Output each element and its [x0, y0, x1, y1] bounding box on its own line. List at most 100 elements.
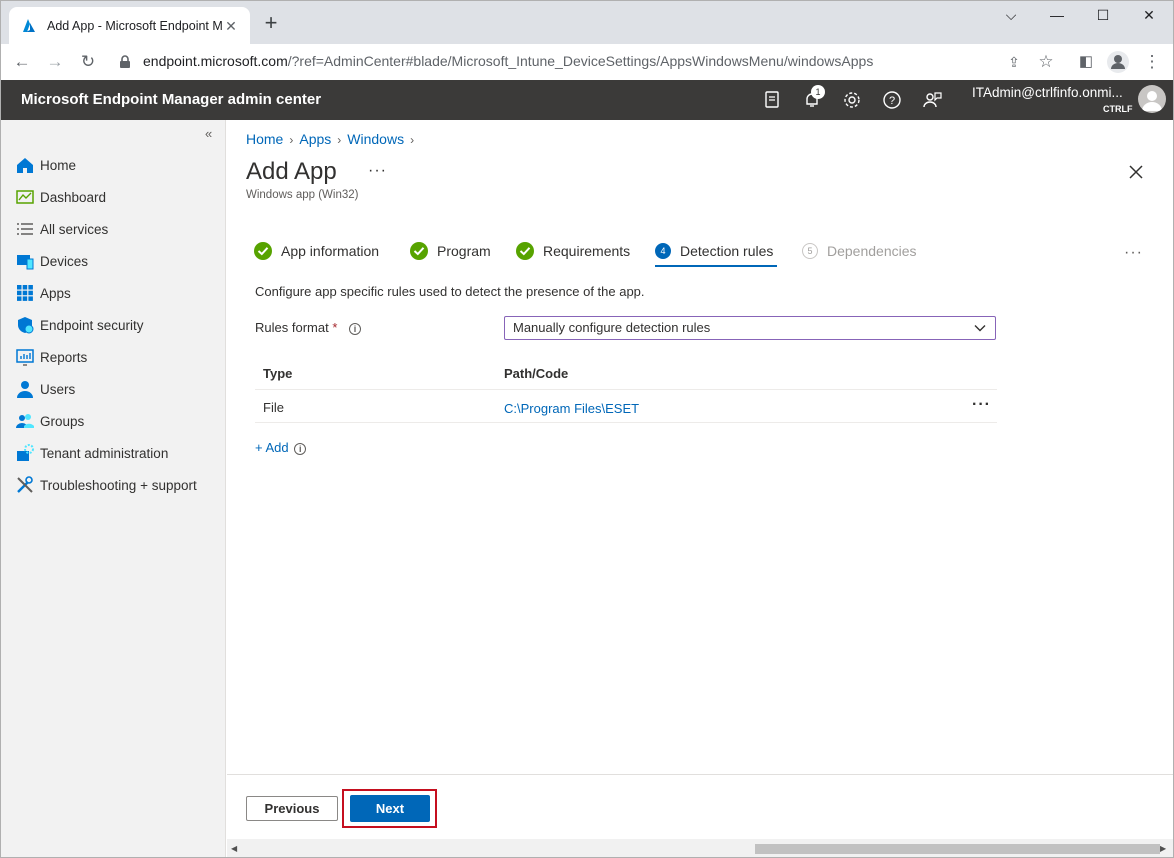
rules-format-label: Rules format — [255, 320, 329, 335]
step-label: Program — [437, 243, 491, 259]
nav-item-label: Groups — [40, 413, 85, 429]
previous-button[interactable]: Previous — [246, 796, 338, 821]
rules-format-dropdown[interactable]: Manually configure detection rules — [504, 316, 996, 340]
lock-icon[interactable] — [118, 55, 132, 69]
checkmark-icon — [516, 242, 534, 260]
nav-item-groups[interactable]: Groups — [0, 406, 226, 436]
steps-more-button[interactable]: ··· — [1124, 244, 1143, 262]
back-arrow-icon[interactable]: ← — [10, 50, 34, 74]
nav-item-reports[interactable]: Reports — [0, 342, 226, 372]
step-number-badge: 5 — [802, 243, 818, 259]
breadcrumb-home[interactable]: Home — [246, 131, 283, 147]
nav-item-label: All services — [40, 221, 109, 237]
nav-item-endpoint-security[interactable]: Endpoint security — [0, 310, 226, 340]
required-marker: * — [332, 320, 338, 335]
nav-item-label: Home — [40, 157, 77, 173]
step-app-information[interactable]: App information — [254, 240, 379, 262]
share-icon[interactable]: ⇪ — [1002, 50, 1026, 74]
browser-tab[interactable]: Add App - Microsoft Endpoint M ✕ — [9, 7, 250, 44]
breadcrumb-windows[interactable]: Windows — [347, 131, 404, 147]
nav-item-label: Apps — [40, 285, 71, 301]
maximize-button[interactable]: ☐ — [1080, 4, 1126, 26]
cell-path-link[interactable]: C:\Program Files\ESET — [504, 401, 639, 416]
dashboard-icon — [16, 190, 34, 204]
step-label: Dependencies — [827, 243, 917, 259]
window-dropdown-icon[interactable]: ⌵ — [988, 4, 1034, 26]
main-content: Home › Apps › Windows › Add App ··· Windows a… — [227, 120, 1174, 858]
step-detection-rules[interactable]: 4 Detection rules — [655, 240, 773, 262]
column-header-type: Type — [263, 366, 293, 381]
browser-menu-icon[interactable]: ⋮ — [1140, 50, 1164, 74]
forward-arrow-icon[interactable]: → — [43, 50, 67, 74]
nav-item-devices[interactable]: Devices — [0, 246, 226, 276]
azure-favicon-icon — [23, 18, 35, 32]
step-label: App information — [281, 243, 380, 259]
table-row[interactable]: File C:\Program Files\ESET ··· — [255, 391, 997, 423]
description-text: Configure app specific rules used to det… — [255, 284, 645, 299]
column-header-path: Path/Code — [504, 366, 569, 381]
tab-close-icon[interactable]: ✕ — [222, 17, 240, 35]
tenant-admin-icon — [17, 444, 34, 461]
nav-item-tenant-administration[interactable]: Tenant administration — [0, 438, 226, 468]
list-icon — [17, 223, 33, 235]
rules-format-value: Manually configure detection rules — [513, 320, 711, 335]
left-nav: « Home Dashboard All services Devices Ap… — [0, 120, 226, 858]
nav-item-home[interactable]: Home — [0, 150, 226, 180]
nav-item-troubleshooting[interactable]: Troubleshooting + support — [0, 470, 226, 500]
horizontal-scrollbar[interactable]: ◀ ▶ — [227, 839, 1174, 858]
cell-type: File — [263, 400, 284, 415]
breadcrumb-apps[interactable]: Apps — [299, 131, 331, 147]
collapse-nav-icon[interactable]: « — [205, 126, 212, 141]
minimize-button[interactable]: — — [1034, 4, 1080, 26]
nav-item-all-services[interactable]: All services — [0, 214, 226, 244]
profile-icon[interactable] — [1106, 50, 1130, 74]
step-label: Detection rules — [680, 243, 774, 259]
user-name[interactable]: ITAdmin@ctrlfinfo.onmi... — [972, 85, 1123, 100]
nav-item-users[interactable]: Users — [0, 374, 226, 404]
nav-item-label: Troubleshooting + support — [40, 477, 197, 493]
help-icon[interactable]: ? — [881, 89, 903, 111]
close-window-button[interactable]: ✕ — [1126, 4, 1172, 26]
avatar[interactable] — [1138, 85, 1166, 113]
nav-item-apps[interactable]: Apps — [0, 278, 226, 308]
nav-item-label: Dashboard — [40, 189, 107, 205]
bookmark-star-icon[interactable]: ☆ — [1034, 50, 1058, 74]
breadcrumb: Home › Apps › Windows › — [246, 131, 420, 147]
scroll-right-arrow-icon[interactable]: ▶ — [1160, 844, 1166, 853]
info-icon[interactable]: i — [349, 322, 362, 335]
add-rule-label: + Add — [255, 440, 289, 455]
step-program[interactable]: Program — [410, 240, 491, 262]
nav-item-dashboard[interactable]: Dashboard — [0, 182, 226, 212]
step-label: Requirements — [543, 243, 631, 259]
scroll-left-arrow-icon[interactable]: ◀ — [231, 844, 237, 853]
page-more-button[interactable]: ··· — [368, 162, 387, 180]
next-button[interactable]: Next — [350, 795, 430, 822]
feedback-device-icon[interactable] — [761, 89, 783, 111]
chevron-right-icon: › — [337, 133, 342, 147]
side-panel-icon[interactable]: ◧ — [1074, 50, 1098, 74]
chevron-right-icon: › — [289, 133, 294, 147]
app-header: Microsoft Endpoint Manager admin center … — [0, 80, 1174, 120]
browser-tabstrip: Add App - Microsoft Endpoint M ✕ + ⌵ — ☐… — [0, 0, 1174, 44]
add-rule-link[interactable]: + Add i — [255, 440, 307, 455]
address-bar[interactable]: endpoint.microsoft.com/?ref=AdminCenter#… — [143, 53, 873, 69]
scrollbar-thumb[interactable] — [755, 844, 1160, 854]
row-more-button[interactable]: ··· — [972, 396, 991, 414]
nav-item-label: Tenant administration — [40, 445, 169, 461]
page-title: Add App — [246, 158, 337, 185]
checkmark-icon — [410, 242, 428, 260]
nav-item-label: Endpoint security — [40, 317, 144, 333]
step-requirements[interactable]: Requirements — [516, 240, 630, 262]
feedback-person-icon[interactable] — [921, 89, 943, 111]
home-icon — [17, 158, 33, 173]
close-icon[interactable] — [1126, 162, 1146, 182]
info-icon[interactable]: i — [294, 442, 307, 455]
step-dependencies[interactable]: 5 Dependencies — [802, 240, 917, 262]
reload-icon[interactable]: ↻ — [76, 50, 100, 74]
rules-format-label-row: Rules format * i — [255, 320, 362, 335]
checkmark-icon — [254, 242, 272, 260]
svg-text:?: ? — [889, 95, 895, 107]
nav-item-label: Devices — [40, 253, 89, 269]
new-tab-button[interactable]: + — [260, 12, 282, 35]
settings-gear-icon[interactable] — [841, 89, 863, 111]
